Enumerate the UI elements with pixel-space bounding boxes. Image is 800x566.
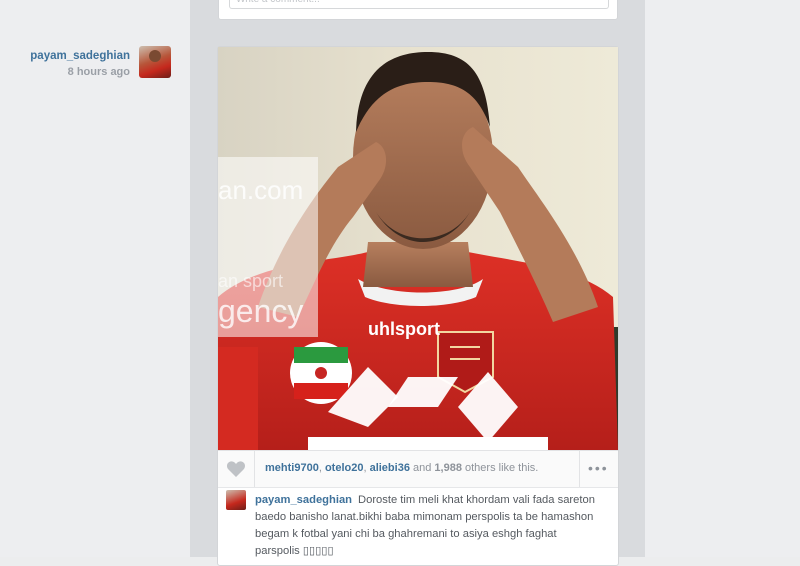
watermark-line-2: an sport xyxy=(218,271,283,291)
liker-username[interactable]: otelo20 xyxy=(325,462,364,474)
likes-summary: mehti9700, otelo20, aliebi36 and 1,988 o… xyxy=(265,462,539,474)
like-button[interactable] xyxy=(218,451,255,487)
more-options-button[interactable]: ••• xyxy=(579,451,618,487)
post-timestamp[interactable]: 8 hours ago xyxy=(30,66,130,78)
post-card: uhlsport an.com an sport gency mehti9700… xyxy=(217,46,619,566)
watermark-line-1: an.com xyxy=(218,175,303,205)
author-username[interactable]: payam_sadeghian xyxy=(30,50,130,62)
right-column xyxy=(645,0,800,557)
author-avatar[interactable] xyxy=(139,46,171,78)
caption-username[interactable]: payam_sadeghian xyxy=(255,494,352,506)
post-actions-bar: mehti9700, otelo20, aliebi36 and 1,988 o… xyxy=(218,450,618,488)
post-author: payam_sadeghian 8 hours ago xyxy=(30,50,130,78)
watermark-line-3: gency xyxy=(218,293,303,329)
caption-text-block: payam_sadeghian Doroste tim meli khat kho… xyxy=(255,492,595,560)
comment-input[interactable]: Write a comment... xyxy=(229,0,609,9)
caption-avatar[interactable] xyxy=(226,490,246,510)
jersey-brand-text: uhlsport xyxy=(368,319,440,339)
post-photo[interactable]: uhlsport an.com an sport gency xyxy=(218,47,618,450)
others-count[interactable]: 1,988 xyxy=(434,462,462,474)
liker-username[interactable]: aliebi36 xyxy=(370,462,410,474)
liker-username[interactable]: mehti9700 xyxy=(265,462,319,474)
heart-icon xyxy=(226,461,246,477)
previous-post-card: Write a comment... xyxy=(218,0,618,20)
left-column xyxy=(0,0,190,557)
more-options-icon: ••• xyxy=(588,460,609,476)
